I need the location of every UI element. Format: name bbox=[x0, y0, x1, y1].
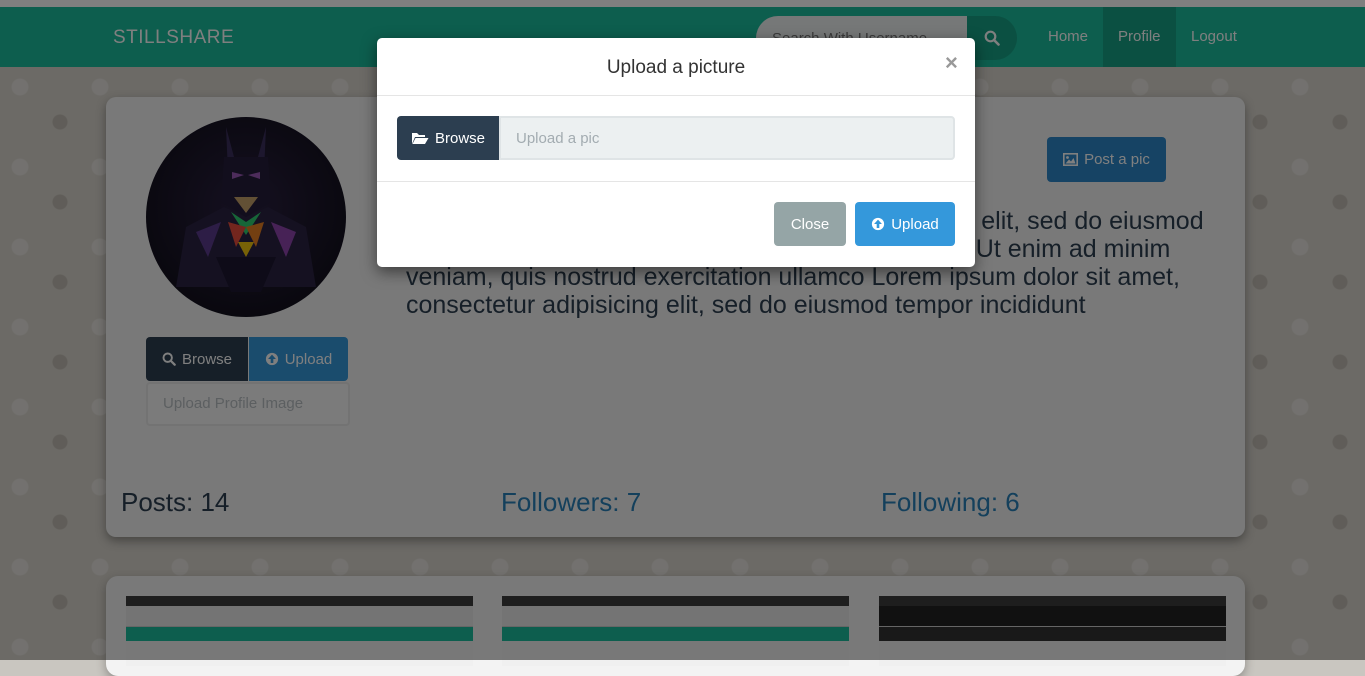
modal-upload-label: Upload bbox=[891, 215, 939, 233]
modal-browse-button[interactable]: Browse bbox=[397, 116, 499, 160]
upload-modal: Upload a picture × Browse Upload a pic C… bbox=[377, 38, 975, 267]
modal-browse-label: Browse bbox=[434, 129, 486, 147]
modal-file-input[interactable]: Upload a pic bbox=[499, 116, 955, 160]
modal-header: Upload a picture × bbox=[377, 38, 975, 96]
modal-close-button[interactable]: Close bbox=[774, 202, 846, 246]
modal-title: Upload a picture bbox=[606, 57, 746, 78]
folder-open-icon bbox=[411, 133, 429, 144]
upload-circle-icon bbox=[872, 217, 885, 231]
modal-body: Browse Upload a pic bbox=[377, 96, 975, 182]
modal-upload-button[interactable]: Upload bbox=[855, 202, 955, 246]
modal-close-icon[interactable]: × bbox=[945, 50, 958, 76]
